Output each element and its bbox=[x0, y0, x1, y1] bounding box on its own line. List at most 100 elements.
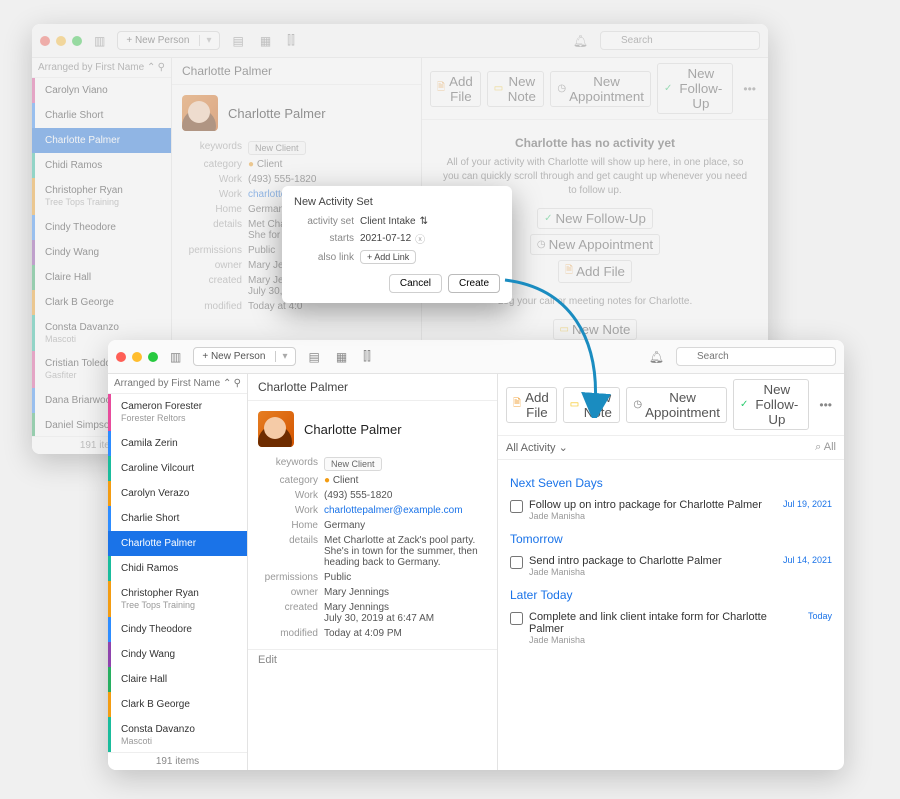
toolbar: ▥ + New Person▾ ▤ ▦ ⫿⫿ 🔔︎ bbox=[32, 24, 768, 58]
list-item[interactable]: Camila Zerin bbox=[108, 431, 247, 456]
add-link-button[interactable]: + Add Link bbox=[360, 250, 416, 264]
task-row: Complete and link client intake form for… bbox=[510, 608, 832, 648]
contact-detail-pane: Charlotte Palmer Charlotte Palmer keywor… bbox=[248, 374, 498, 770]
task-row: Follow up on intro package for Charlotte… bbox=[510, 496, 832, 524]
foreground-window: ▥ + New Person▾ ▤ ▦ ⫿⫿ 🔔︎ Arranged by Fi… bbox=[108, 340, 844, 770]
filter-icon[interactable]: ⚲ bbox=[234, 378, 241, 389]
activity-search[interactable]: ⌕ All bbox=[815, 441, 836, 454]
cancel-button[interactable]: Cancel bbox=[389, 274, 442, 293]
view-list-icon[interactable]: ▤ bbox=[228, 32, 247, 50]
view-chart-icon[interactable]: ⫿⫿ bbox=[359, 347, 375, 366]
list-item[interactable]: Cindy Theodore bbox=[108, 617, 247, 642]
list-item[interactable]: Chidi Ramos bbox=[108, 556, 247, 581]
list-item[interactable]: Claire Hall bbox=[108, 667, 247, 692]
bell-icon[interactable]: 🔔︎ bbox=[569, 32, 592, 50]
list-item[interactable]: Cindy Theodore bbox=[32, 215, 171, 240]
view-grid-icon[interactable]: ▦ bbox=[332, 348, 351, 366]
contact-name: Charlotte Palmer bbox=[304, 422, 402, 437]
new-appointment-button[interactable]: ◷New Appointment bbox=[626, 387, 727, 423]
avatar bbox=[258, 411, 294, 447]
work-phone: (493) 555-1820 bbox=[324, 490, 487, 501]
list-item[interactable]: Carolyn Viano bbox=[32, 78, 171, 103]
list-item[interactable]: Clark B George bbox=[32, 290, 171, 315]
zoom-window-icon[interactable] bbox=[72, 36, 82, 46]
activity-filter[interactable]: All Activity ⌄ bbox=[506, 441, 568, 454]
list-item[interactable]: Charlotte Palmer bbox=[32, 128, 171, 153]
window-controls[interactable] bbox=[40, 36, 82, 46]
sidebar-footer: 191 items bbox=[108, 752, 247, 770]
close-window-icon[interactable] bbox=[116, 352, 126, 362]
task-assignee: Jade Manisha bbox=[529, 567, 777, 577]
task-text: Follow up on intro package for Charlotte… bbox=[529, 499, 777, 511]
new-person-button[interactable]: + New Person▾ bbox=[117, 31, 220, 50]
list-item[interactable]: Chidi Ramos bbox=[32, 153, 171, 178]
list-item[interactable]: Consta DavanzoMascoti bbox=[108, 717, 247, 752]
view-list-icon[interactable]: ▤ bbox=[304, 348, 323, 366]
create-button[interactable]: Create bbox=[448, 274, 500, 293]
sidebar-toggle-icon[interactable]: ▥ bbox=[90, 32, 109, 50]
more-icon[interactable]: ••• bbox=[815, 396, 836, 414]
edit-link[interactable]: Edit bbox=[248, 649, 497, 670]
file-icon: 🗎 bbox=[437, 80, 445, 97]
view-chart-icon[interactable]: ⫿⫿ bbox=[283, 31, 299, 50]
action-toolbar: 🗎Add File ▭New Note ◷New Appointment ✓Ne… bbox=[422, 58, 768, 120]
new-appointment-button[interactable]: ◷New Appointment bbox=[550, 71, 651, 107]
add-file-button[interactable]: 🗎Add File bbox=[430, 71, 481, 107]
list-item[interactable]: Cindy Wang bbox=[108, 642, 247, 667]
task-checkbox[interactable] bbox=[510, 556, 523, 569]
new-person-button[interactable]: + New Person▾ bbox=[193, 347, 296, 366]
activity-set-select[interactable]: Client Intake ⇅ bbox=[360, 216, 500, 227]
file-icon: 🗎 bbox=[513, 396, 521, 413]
sidebar-toggle-icon[interactable]: ▥ bbox=[166, 348, 185, 366]
check-icon: ✓ bbox=[740, 399, 748, 410]
window-controls[interactable] bbox=[116, 352, 158, 362]
view-grid-icon[interactable]: ▦ bbox=[256, 32, 275, 50]
contacts-sidebar: Arranged by First Name ⌃ ⚲ Cameron Fores… bbox=[108, 374, 248, 770]
starts-date-field[interactable]: 2021-07-12 ⓧ bbox=[360, 231, 500, 246]
empty-note-button[interactable]: ▭New Note bbox=[553, 319, 638, 340]
page-title: Charlotte Palmer bbox=[258, 380, 348, 394]
clear-icon[interactable]: ⓧ bbox=[415, 231, 425, 246]
task-text: Send intro package to Charlotte Palmer bbox=[529, 555, 777, 567]
list-item[interactable]: Carolyn Verazo bbox=[108, 481, 247, 506]
empty-followup-button[interactable]: ✓New Follow-Up bbox=[537, 208, 653, 229]
list-item[interactable]: Clark B George bbox=[108, 692, 247, 717]
zoom-window-icon[interactable] bbox=[148, 352, 158, 362]
new-note-button[interactable]: ▭New Note bbox=[563, 387, 621, 423]
minimize-window-icon[interactable] bbox=[132, 352, 142, 362]
task-row: Send intro package to Charlotte PalmerJa… bbox=[510, 552, 832, 580]
list-item[interactable]: Charlie Short bbox=[108, 506, 247, 531]
more-icon[interactable]: ••• bbox=[739, 80, 760, 98]
activity-group-title: Next Seven Days bbox=[510, 476, 832, 490]
keyword-chip[interactable]: New Client bbox=[324, 457, 382, 471]
list-item[interactable]: Cameron ForesterForester Reltors bbox=[108, 394, 247, 431]
sort-bar[interactable]: Arranged by First Name ⌃ ⚲ bbox=[108, 374, 247, 394]
task-checkbox[interactable] bbox=[510, 500, 523, 513]
empty-addfile-button[interactable]: 🗎Add File bbox=[558, 260, 632, 283]
sort-bar[interactable]: Arranged by First Name ⌃ ⚲ bbox=[32, 58, 171, 78]
note-icon: ▭ bbox=[570, 399, 579, 410]
list-item[interactable]: Christopher RyanTree Tops Training bbox=[108, 581, 247, 618]
task-due: Today bbox=[808, 611, 832, 621]
list-item[interactable]: Claire Hall bbox=[32, 265, 171, 290]
filter-icon[interactable]: ⚲ bbox=[158, 62, 165, 73]
search-input[interactable] bbox=[600, 31, 760, 50]
work-email[interactable]: charlottepalmer@example.com bbox=[324, 505, 487, 516]
new-followup-button[interactable]: ✓New Follow-Up bbox=[657, 63, 733, 114]
minimize-window-icon[interactable] bbox=[56, 36, 66, 46]
activity-group-title: Later Today bbox=[510, 588, 832, 602]
list-item[interactable]: Christopher RyanTree Tops Training bbox=[32, 178, 171, 215]
list-item[interactable]: Caroline Vilcourt bbox=[108, 456, 247, 481]
activity-group-title: Tomorrow bbox=[510, 532, 832, 546]
list-item[interactable]: Charlie Short bbox=[32, 103, 171, 128]
search-input[interactable] bbox=[676, 347, 836, 366]
new-note-button[interactable]: ▭New Note bbox=[487, 71, 545, 107]
new-followup-button[interactable]: ✓New Follow-Up bbox=[733, 379, 809, 430]
list-item[interactable]: Cindy Wang bbox=[32, 240, 171, 265]
task-checkbox[interactable] bbox=[510, 612, 523, 625]
close-window-icon[interactable] bbox=[40, 36, 50, 46]
bell-icon[interactable]: 🔔︎ bbox=[645, 348, 668, 366]
add-file-button[interactable]: 🗎Add File bbox=[506, 387, 557, 423]
list-item[interactable]: Charlotte Palmer bbox=[108, 531, 247, 556]
empty-appointment-button[interactable]: ◷New Appointment bbox=[530, 234, 660, 255]
